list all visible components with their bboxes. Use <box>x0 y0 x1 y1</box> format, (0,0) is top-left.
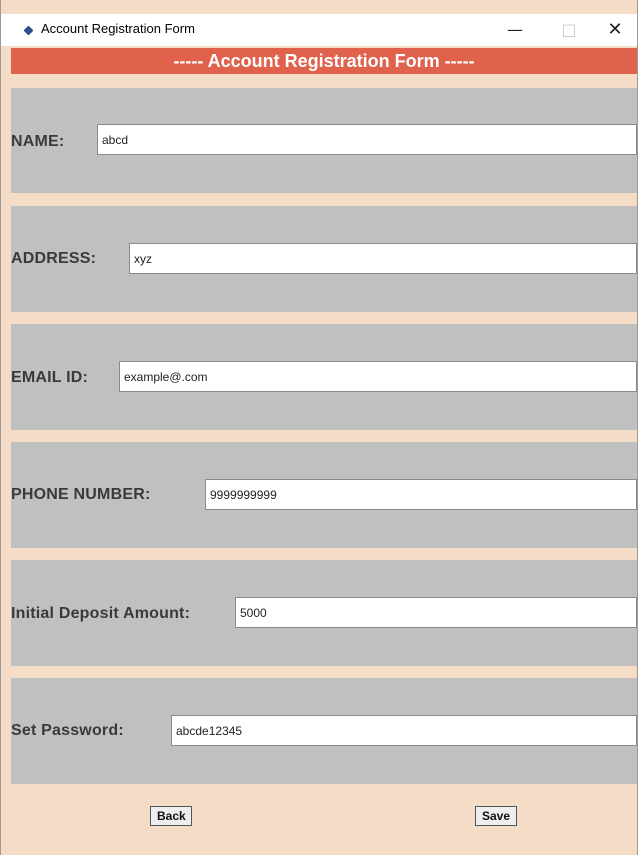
app-icon <box>23 25 34 36</box>
phone-label: PHONE NUMBER: <box>11 486 151 503</box>
app-window: Account Registration Form — □ ✕ ----- Ac… <box>0 0 638 855</box>
name-label: NAME: <box>11 133 65 150</box>
password-input[interactable] <box>171 715 637 746</box>
address-row: ADDRESS: <box>11 206 637 312</box>
email-label: EMAIL ID: <box>11 369 89 386</box>
name-input[interactable] <box>97 124 637 155</box>
name-row: NAME: <box>11 88 637 193</box>
close-button[interactable]: ✕ <box>593 16 637 44</box>
phone-row: PHONE NUMBER: <box>11 442 637 548</box>
address-label: ADDRESS: <box>11 250 97 267</box>
email-row: EMAIL ID: <box>11 324 637 430</box>
form-heading: ----- Account Registration Form ----- <box>11 48 637 74</box>
title-bar: Account Registration Form — □ ✕ <box>1 14 637 46</box>
minimize-button[interactable]: — <box>493 16 537 44</box>
password-label: Set Password: <box>11 722 124 739</box>
window-title: Account Registration Form <box>41 21 195 36</box>
phone-input[interactable] <box>205 479 637 510</box>
deposit-input[interactable] <box>235 597 637 628</box>
back-button[interactable]: Back <box>150 806 192 826</box>
password-row: Set Password: <box>11 678 637 784</box>
save-button[interactable]: Save <box>475 806 517 826</box>
email-input[interactable] <box>119 361 637 392</box>
maximize-button[interactable]: □ <box>547 16 591 44</box>
address-input[interactable] <box>129 243 637 274</box>
deposit-row: Initial Deposit Amount: <box>11 560 637 666</box>
deposit-label: Initial Deposit Amount: <box>11 605 191 622</box>
